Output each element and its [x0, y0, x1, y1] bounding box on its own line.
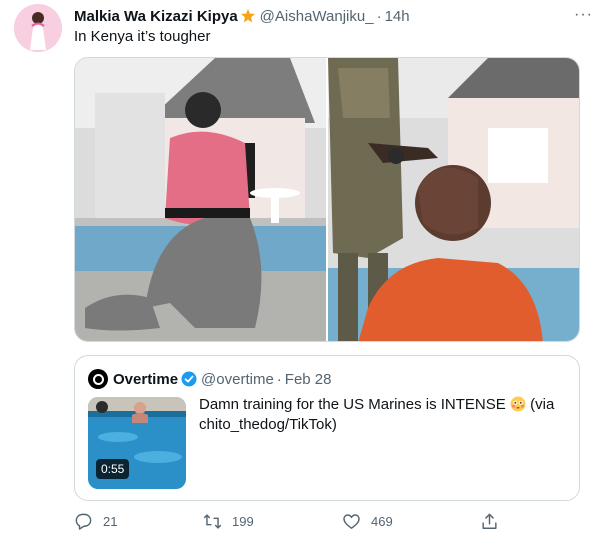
quoted-separator-dot: ·	[276, 370, 282, 388]
video-duration: 0:55	[96, 459, 130, 479]
media-image-right[interactable]	[328, 58, 579, 341]
media-grid[interactable]	[74, 57, 580, 342]
verified-badge-icon	[181, 371, 197, 387]
retweet-count: 199	[232, 514, 254, 529]
retweet-button[interactable]: 199	[203, 512, 254, 531]
quoted-tweet[interactable]: Overtime @overtime · Feb 28 0:55 Damn tr…	[74, 355, 580, 501]
share-button[interactable]	[480, 512, 509, 531]
quoted-avatar	[88, 369, 108, 389]
display-name[interactable]: Malkia Wa Kizazi Kipya	[74, 8, 238, 25]
tweet-actions: 21 199 469	[74, 512, 534, 536]
quoted-display-name: Overtime	[113, 370, 179, 388]
quoted-tweet-text: Damn training for the US Marines is INTE…	[199, 395, 569, 435]
quoted-video-thumbnail[interactable]: 0:55	[88, 397, 186, 489]
share-icon	[482, 513, 497, 529]
reply-count: 21	[103, 514, 118, 529]
separator-dot: ·	[376, 7, 382, 25]
quoted-tweet-header: Overtime @overtime · Feb 28	[88, 369, 332, 389]
handle[interactable]: @AishaWanjiku_	[260, 8, 374, 25]
quoted-date: Feb 28	[284, 370, 332, 388]
like-button[interactable]: 469	[342, 512, 393, 531]
timestamp[interactable]: 14h	[385, 8, 410, 25]
quoted-text-main: Damn training for the US Marines is INTE…	[199, 396, 506, 413]
quoted-handle: @overtime	[201, 370, 274, 388]
tweet-text: In Kenya it’s tougher	[74, 28, 211, 45]
avatar[interactable]	[14, 4, 62, 52]
like-count: 469	[371, 514, 393, 529]
retweet-icon	[203, 514, 222, 529]
media-image-left[interactable]	[75, 58, 326, 341]
tweet-header: Malkia Wa Kizazi Kipya @AishaWanjiku_ · …	[74, 6, 593, 26]
heart-icon	[343, 514, 360, 529]
star-badge-icon	[240, 8, 256, 24]
more-horizontal-icon[interactable]: ···	[574, 6, 593, 24]
reply-button[interactable]: 21	[74, 512, 117, 531]
flushed-face-emoji-icon	[510, 396, 526, 412]
reply-icon	[75, 513, 92, 530]
tweet[interactable]: Malkia Wa Kizazi Kipya @AishaWanjiku_ · …	[0, 0, 613, 555]
